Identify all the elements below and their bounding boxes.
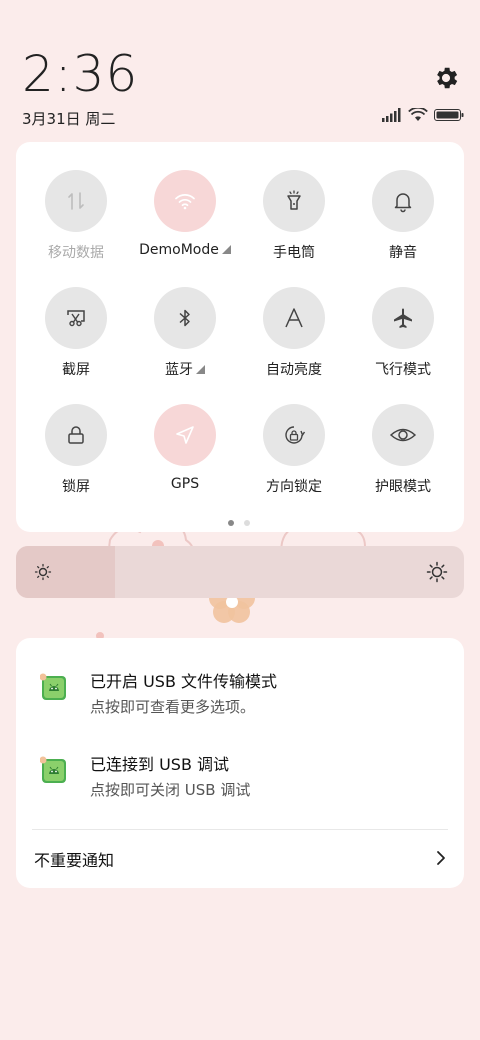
tile-circle[interactable] — [45, 404, 107, 466]
notification-title: 已连接到 USB 调试 — [90, 755, 230, 774]
tile-label: 手电筒 — [273, 245, 315, 261]
tile-label: 方向锁定 — [266, 479, 322, 495]
notification-usb-debug[interactable]: 已连接到 USB 调试 点按即可关闭 USB 调试 — [40, 751, 440, 801]
mobile-data-icon — [68, 192, 84, 210]
divider — [32, 829, 448, 830]
android-debug-icon — [40, 673, 66, 700]
tile-circle[interactable] — [263, 287, 325, 349]
tile-screenshot[interactable]: 截屏 — [21, 287, 131, 379]
tile-circle[interactable] — [263, 170, 325, 232]
auto-brightness-icon — [285, 308, 303, 328]
brightness-fill — [16, 546, 115, 598]
flashlight-icon — [287, 190, 301, 210]
tile-label: DemoMode — [139, 242, 219, 258]
tile-label: 飞行模式 — [375, 362, 431, 378]
tile-auto-brightness[interactable]: 自动亮度 — [239, 287, 349, 379]
tile-label: GPS — [170, 476, 200, 492]
tile-circle[interactable] — [372, 170, 434, 232]
status-header: 2:36 3月31日 周二 — [22, 44, 464, 134]
eye-icon — [389, 428, 417, 442]
page-indicator — [228, 520, 250, 526]
tile-airplane-mode[interactable]: 飞行模式 — [348, 287, 458, 379]
clock: 2:36 — [22, 45, 139, 103]
brightness-high-icon — [426, 561, 448, 583]
chevron-right-icon[interactable] — [434, 849, 448, 867]
tile-lock-screen[interactable]: 锁屏 — [21, 404, 131, 496]
tile-circle[interactable] — [263, 404, 325, 466]
bell-icon — [394, 193, 412, 213]
tile-demomode-wifi[interactable]: DemoMode — [130, 170, 240, 258]
notification-subtitle: 点按即可查看更多选项。 — [90, 698, 256, 716]
bluetooth-icon — [179, 309, 190, 327]
wifi-icon — [408, 108, 428, 121]
wifi-icon — [175, 194, 195, 210]
tile-eye-protection[interactable]: 护眼模式 — [348, 404, 458, 496]
tile-label: 截屏 — [62, 362, 90, 378]
tile-circle[interactable] — [154, 404, 216, 466]
android-debug-icon — [40, 756, 66, 783]
notification-usb-transfer[interactable]: 已开启 USB 文件传输模式 点按即可查看更多选项。 — [40, 668, 440, 718]
unimportant-notifications-label[interactable]: 不重要通知 — [34, 847, 114, 871]
notification-title: 已开启 USB 文件传输模式 — [90, 672, 278, 691]
tile-label: 移动数据 — [48, 245, 104, 261]
tile-label: 锁屏 — [62, 479, 90, 495]
tile-label: 静音 — [389, 245, 417, 261]
airplane-icon — [394, 308, 412, 328]
tile-rotation-lock[interactable]: 方向锁定 — [239, 404, 349, 496]
tile-circle[interactable] — [372, 404, 434, 466]
tile-circle[interactable] — [45, 287, 107, 349]
tile-label-wrap: 蓝牙 — [130, 359, 240, 379]
menu-triangle-icon — [221, 245, 231, 254]
brightness-slider[interactable] — [16, 546, 464, 598]
tile-circle[interactable] — [45, 170, 107, 232]
brightness-low-icon — [34, 563, 52, 581]
tile-bluetooth[interactable]: 蓝牙 — [130, 287, 240, 379]
tile-label: 蓝牙 — [165, 362, 193, 378]
notification-subtitle: 点按即可关闭 USB 调试 — [90, 781, 251, 799]
page-dot-active — [228, 520, 234, 526]
page-dot — [244, 520, 250, 526]
notification-panel: 已开启 USB 文件传输模式 点按即可查看更多选项。 已连接到 USB 调试 点… — [16, 638, 464, 888]
lock-icon — [68, 426, 84, 444]
gear-icon[interactable] — [432, 64, 460, 92]
system-icons — [382, 108, 464, 122]
tile-label: 护眼模式 — [375, 479, 431, 495]
tile-gps[interactable]: GPS — [130, 404, 240, 492]
tile-flashlight[interactable]: 手电筒 — [239, 170, 349, 262]
quick-settings-panel: 移动数据 DemoMode 手电筒 静音 截屏 蓝牙 自动亮度 飞行模式 锁屏 … — [16, 142, 464, 532]
tile-circle[interactable] — [372, 287, 434, 349]
tile-silent[interactable]: 静音 — [348, 170, 458, 262]
tile-label-wrap: DemoMode — [130, 242, 240, 258]
gps-icon — [176, 426, 194, 444]
tile-circle[interactable] — [154, 287, 216, 349]
rotation-lock-icon — [285, 426, 306, 444]
battery-icon — [434, 109, 464, 121]
tile-mobile-data[interactable]: 移动数据 — [21, 170, 131, 262]
screenshot-icon — [67, 310, 85, 327]
date: 3月31日 周二 — [22, 110, 116, 128]
tile-circle[interactable] — [154, 170, 216, 232]
menu-triangle-icon — [196, 365, 205, 374]
tile-label: 自动亮度 — [266, 362, 322, 378]
signal-icon — [382, 108, 401, 122]
